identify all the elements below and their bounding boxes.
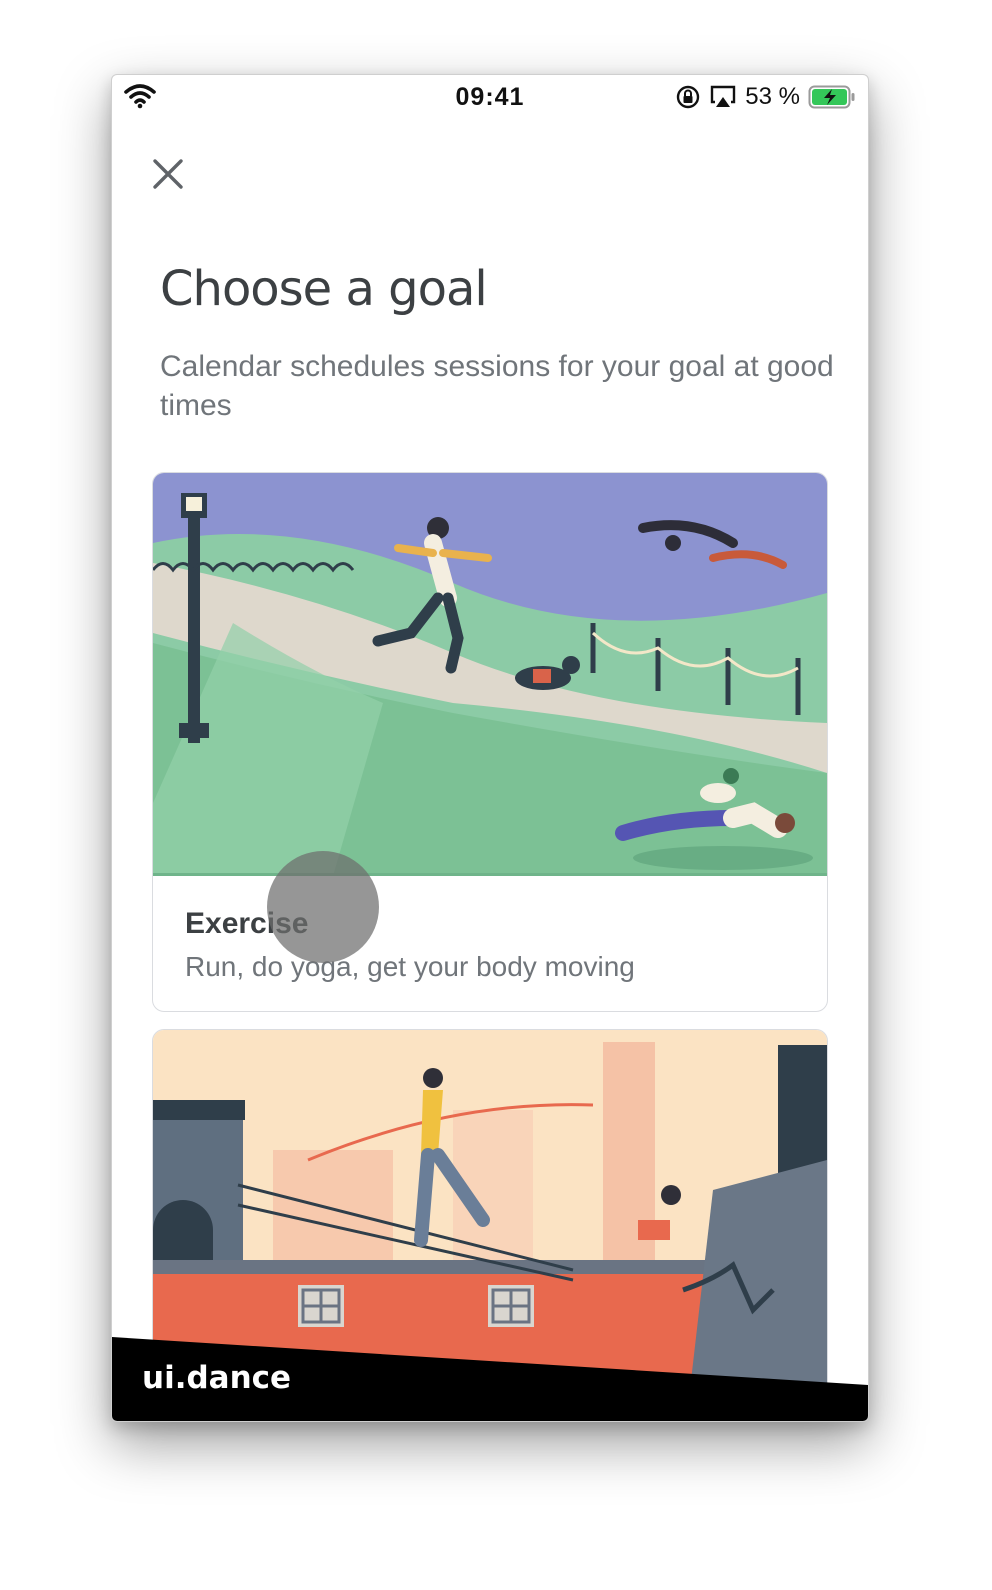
rotation-lock-icon [677,85,700,109]
close-icon [153,159,183,189]
watermark-text: ui.dance [142,1360,292,1396]
battery-percent: 53 % [745,83,800,110]
page-subtitle: Calendar schedules sessions for your goa… [160,350,834,422]
airplay-icon [711,85,736,107]
phone-screen: 09:41 53 % Choose a goal Calendar schedu… [111,74,869,1422]
page-title: Choose a goal [160,261,488,317]
goal-description: Run, do yoga, get your body moving [185,951,635,982]
status-bar: 09:41 53 % [112,75,868,119]
touch-indicator [267,851,379,963]
goal-card-exercise[interactable]: Exercise Run, do yoga, get your body mov… [152,472,828,1012]
close-button[interactable] [146,152,190,196]
battery-charging-icon [808,85,855,109]
park-exercise-illustration [153,473,827,876]
